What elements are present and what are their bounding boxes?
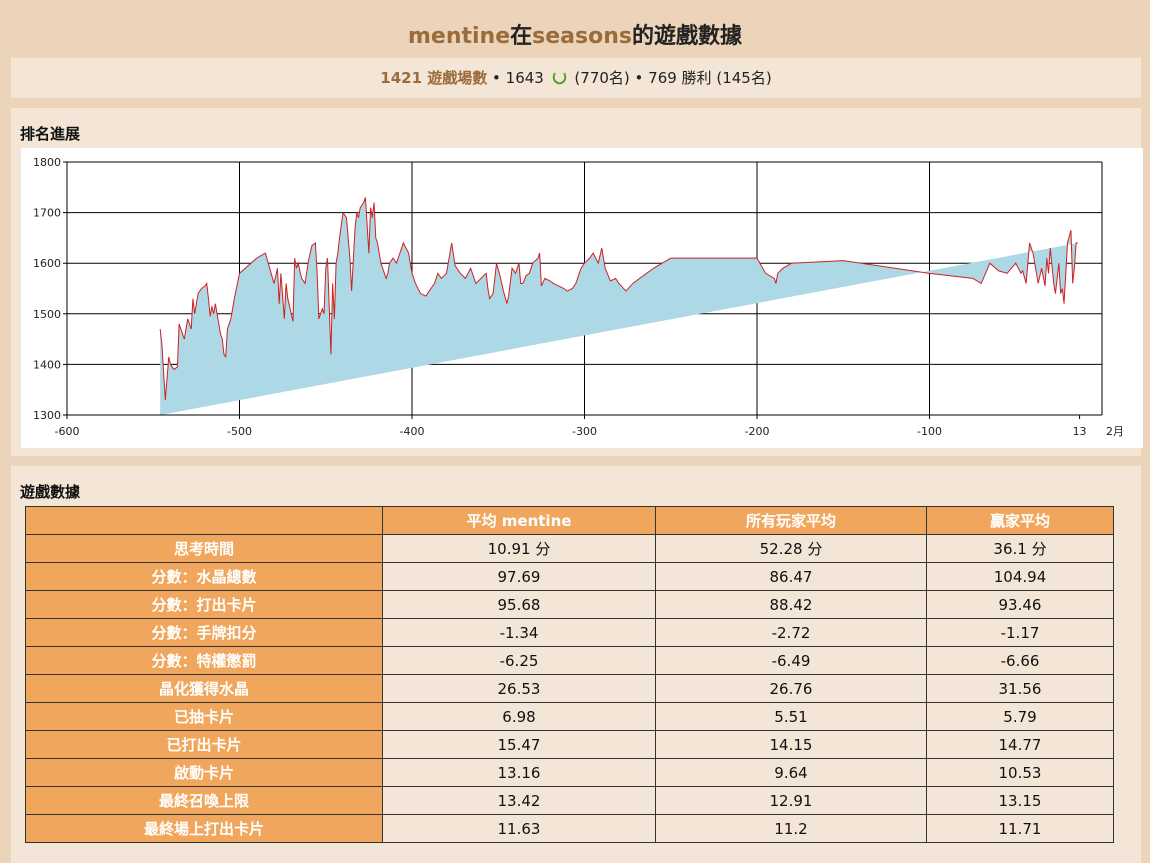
game-stats-panel: 遊戲數據 平均 mentine 所有玩家平均 贏家平均 思考時間 10.91 分5… [11,466,1141,863]
stat-value: -2.72 [655,618,927,647]
stat-value: 5.51 [655,702,927,731]
table-row: 分數：水晶總數 97.69 86.47 104.94 [25,562,1114,591]
x-end-label: 2月 [1106,425,1124,438]
stats-table: 平均 mentine 所有玩家平均 贏家平均 思考時間 10.91 分 52.28 … [25,506,1114,843]
table-row: 已抽卡片 6.98 5.51 5.79 [25,702,1114,731]
stat-value: 10.91 分 [382,534,656,563]
title-connector: 在 [510,24,533,49]
stat-value: 26.53 [382,674,656,703]
stat-value: 14.15 [655,730,927,759]
table-row: 最終場上打出卡片 11.63 11.2 11.71 [25,814,1114,843]
player-summary: 1421 遊戲場數 • 1643 (770名) • 769 勝利 (145名) [11,58,1141,98]
table-row: 晶化獲得水晶 26.53 26.76 31.56 [25,674,1114,703]
row-label: 最終召喚上限 [25,786,383,815]
stat-value: 11.71 [926,814,1114,843]
stat-value: 12.91 [655,786,927,815]
row-label: 分數：手牌扣分 [25,618,383,647]
col-header-player-avg: 平均 mentine [382,506,656,535]
stats-body: 思考時間 10.91 分 52.28 分 36.1 分分數：水晶總數 97.69 86.4… [25,534,1114,843]
stat-value: 9.64 [655,758,927,787]
row-label: 已打出卡片 [25,730,383,759]
stat-value: -6.25 [382,646,656,675]
stat-value: -1.17 [926,618,1114,647]
table-row: 最終召喚上限 13.42 12.91 13.15 [25,786,1114,815]
stat-value: 93.46 [926,590,1114,619]
summary-separator: • [487,69,506,87]
game-name[interactable]: seasons [532,24,632,49]
stat-value: -6.49 [655,646,927,675]
table-row: 分數：打出卡片 95.68 88.42 93.46 [25,590,1114,619]
y-tick-label: 1300 [33,409,61,422]
stat-value: 13.42 [382,786,656,815]
elo-rank: (770名) [574,69,630,87]
table-row: 分數：手牌扣分 -1.34 -2.72 -1.17 [25,618,1114,647]
stat-value: 88.42 [655,590,927,619]
page-title: mentine在seasons的遊戲數據 [0,18,1150,50]
row-label: 已抽卡片 [25,702,383,731]
stat-value: 31.56 [926,674,1114,703]
stat-value: 36.1 分 [926,534,1114,563]
rank-progress-title: 排名進展 [20,125,81,143]
rank-progress-panel: 排名進展 1300 1400 1500 1600 1700 1800 -600 -500 -40… [11,108,1143,456]
col-header-winner-avg: 贏家平均 [926,506,1114,535]
stats-corner-cell [25,506,383,535]
x-tick-label: -600 [55,425,80,438]
row-label: 分數：打出卡片 [25,590,383,619]
stat-value: 15.47 [382,730,656,759]
table-row: 思考時間 10.91 分 52.28 分 36.1 分 [25,534,1114,563]
y-tick-label: 1800 [33,156,61,169]
laurel-icon [552,72,566,85]
x-tick-label: 13 [1073,425,1087,438]
y-tick-label: 1700 [33,207,61,220]
stat-value: 95.68 [382,590,656,619]
row-label: 分數：水晶總數 [25,562,383,591]
stat-value: 86.47 [655,562,927,591]
stat-value: 6.98 [382,702,656,731]
elo-value: 1643 [505,69,544,87]
stat-value: 11.2 [655,814,927,843]
x-tick-label: -200 [745,425,770,438]
x-tick-label: -400 [400,425,425,438]
stat-value: 13.15 [926,786,1114,815]
stat-value: 97.69 [382,562,656,591]
title-suffix: 的遊戲數據 [631,24,742,49]
row-label: 分數：特權懲罰 [25,646,383,675]
game-stats-title: 遊戲數據 [20,483,81,501]
stat-value: -6.66 [926,646,1114,675]
stat-value: 26.76 [655,674,927,703]
stat-value: -1.34 [382,618,656,647]
wins-count: 769 勝利 [648,69,712,87]
summary-separator: • [629,69,649,87]
wins-rank: (145名) [716,69,772,87]
stat-value: 11.63 [382,814,656,843]
y-tick-label: 1600 [33,257,61,270]
rank-progress-chart[interactable]: 1300 1400 1500 1600 1700 1800 -600 -500 -400 -300… [21,148,1143,448]
player-name[interactable]: mentine [408,24,510,49]
row-label: 最終場上打出卡片 [25,814,383,843]
rank-chart-svg: 1300 1400 1500 1600 1700 1800 -600 -500 -400 -300… [33,156,1124,438]
stat-value: 52.28 分 [655,534,927,563]
col-header-all-avg: 所有玩家平均 [655,506,927,535]
stat-value: 104.94 [926,562,1114,591]
row-label: 晶化獲得水晶 [25,674,383,703]
row-label: 思考時間 [25,534,383,563]
x-tick-label: -300 [572,425,597,438]
x-tick-label: -500 [227,425,252,438]
x-tick-label: -100 [917,425,942,438]
y-tick-label: 1400 [33,358,61,371]
table-row: 啟動卡片 13.16 9.64 10.53 [25,758,1114,787]
row-label: 啟動卡片 [25,758,383,787]
stat-value: 10.53 [926,758,1114,787]
games-count-link[interactable]: 1421 遊戲場數 [380,69,487,87]
stat-value: 5.79 [926,702,1114,731]
table-row: 已打出卡片 15.47 14.15 14.77 [25,730,1114,759]
y-tick-label: 1500 [33,308,61,321]
stats-header-row: 平均 mentine 所有玩家平均 贏家平均 [25,506,1114,535]
table-row: 分數：特權懲罰 -6.25 -6.49 -6.66 [25,646,1114,675]
stat-value: 13.16 [382,758,656,787]
stat-value: 14.77 [926,730,1114,759]
